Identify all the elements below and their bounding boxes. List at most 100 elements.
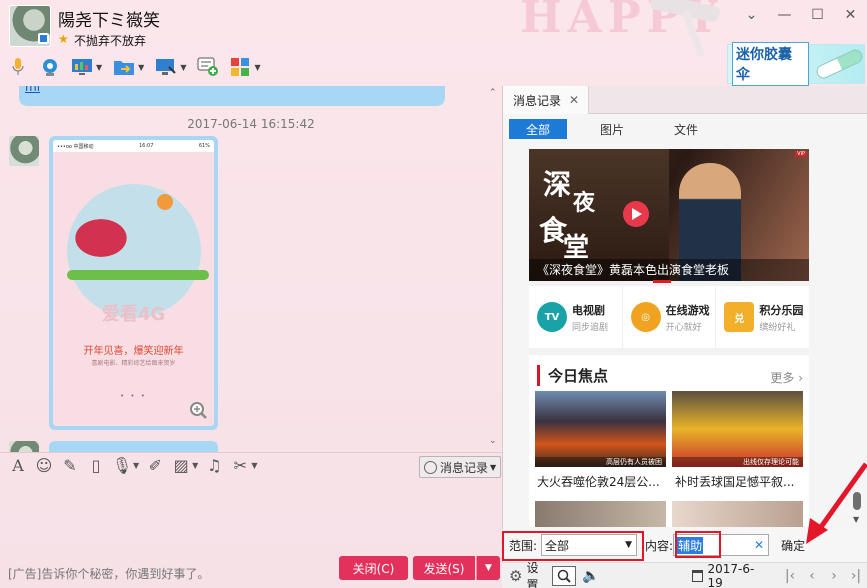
chevron-right-icon: › bbox=[798, 371, 803, 385]
news-caption: 高层仍有人员被困 bbox=[535, 457, 666, 467]
tv-icon: TV bbox=[537, 302, 567, 332]
image-red-text: 开年见喜，爆笑迎新年 bbox=[83, 346, 184, 357]
maximize-icon[interactable]: ☐ bbox=[801, 0, 834, 30]
filter-all[interactable]: 全部 bbox=[509, 119, 567, 139]
tab-message-history[interactable]: 消息记录 ✕ bbox=[503, 86, 589, 114]
service-games[interactable]: ◎ 在线游戏 开心就好 bbox=[623, 286, 717, 348]
magic-wand-icon[interactable]: ✎ bbox=[60, 456, 80, 476]
focus-heading: 今日焦点 bbox=[537, 365, 608, 386]
send-file-icon[interactable] bbox=[112, 55, 136, 79]
footer-ad-text[interactable]: [广告]告诉你个秘密，你遇到好事了。 bbox=[8, 565, 209, 582]
status-carrier: •••oo 中国移动 bbox=[57, 143, 94, 150]
settings-button[interactable]: ⚙ 设置 bbox=[509, 559, 546, 588]
input-toolbar: A ☺ ✎ ▯ 🎙 ▼ ✐ ▨ ▼ ♫ ✂ ▼ 消息记录 ▼ bbox=[0, 452, 502, 478]
news-image[interactable] bbox=[672, 501, 803, 527]
bird-illustration bbox=[71, 216, 131, 260]
panel-tab-bar: 消息记录 ✕ bbox=[503, 86, 867, 114]
news-title[interactable]: 补时丢球国足憾平叙... bbox=[675, 473, 794, 490]
service-tv[interactable]: TV 电视剧 同步追剧 bbox=[529, 286, 623, 348]
message-link[interactable]: ml bbox=[25, 86, 40, 94]
main-toolbar: ▼ ▼ ▼ ▼ bbox=[6, 52, 271, 82]
chevron-down-icon[interactable]: ▼ bbox=[254, 63, 260, 72]
history-ad-content[interactable]: 深 夜 食 堂 VIP 《深夜食堂》黄磊本色出演食堂老板 TV 电视剧 同步追剧 … bbox=[529, 149, 809, 527]
filter-images[interactable]: 图片 bbox=[583, 119, 641, 139]
previous-message-bubble: ml bbox=[19, 86, 445, 106]
font-icon[interactable]: A bbox=[8, 456, 28, 476]
emoji-icon[interactable]: ☺ bbox=[34, 456, 54, 476]
highlight-range-box bbox=[502, 531, 644, 561]
apps-icon[interactable] bbox=[228, 55, 252, 79]
sender-avatar[interactable] bbox=[9, 441, 39, 452]
news-image[interactable]: 出线仅存理论可能 bbox=[672, 391, 803, 467]
chevron-down-icon[interactable]: ▼ bbox=[251, 461, 257, 470]
highlight-content-box bbox=[675, 531, 721, 558]
close-icon[interactable]: ✕ bbox=[569, 93, 579, 107]
news-image[interactable]: 高层仍有人员被困 bbox=[535, 391, 666, 467]
ad-hero-banner[interactable]: 深 夜 食 堂 VIP 《深夜食堂》黄磊本色出演食堂老板 bbox=[529, 149, 809, 283]
news-image[interactable] bbox=[535, 501, 666, 527]
clear-icon[interactable]: ✕ bbox=[754, 538, 764, 552]
more-link[interactable]: 更多 › bbox=[770, 369, 803, 386]
send-button[interactable]: 发送(S) bbox=[413, 556, 475, 580]
voice-call-icon[interactable] bbox=[6, 55, 30, 79]
news-title[interactable]: 大火吞噬伦敦24层公... bbox=[537, 473, 660, 490]
music-icon[interactable]: ♫ bbox=[204, 456, 224, 476]
message-history-button[interactable]: 消息记录 ▼ bbox=[419, 456, 501, 478]
decor-hammer-icon bbox=[650, 0, 720, 58]
close-button[interactable]: 关闭(C) bbox=[339, 556, 408, 580]
more-label: 更多 bbox=[770, 371, 795, 385]
chevron-down-icon[interactable]: ▼ bbox=[96, 63, 102, 72]
service-title: 电视剧 bbox=[572, 303, 605, 317]
chevron-down-icon[interactable]: ▼ bbox=[192, 461, 198, 470]
date-picker[interactable]: 2017-6-19 bbox=[691, 562, 763, 588]
search-icon bbox=[558, 569, 571, 583]
chevron-down-icon[interactable]: ▼ bbox=[138, 63, 144, 72]
next-page-icon[interactable]: › bbox=[823, 568, 845, 584]
prev-page-icon[interactable]: ‹ bbox=[801, 568, 823, 584]
search-button[interactable] bbox=[552, 565, 577, 586]
chevron-down-icon[interactable]: ▼ bbox=[133, 461, 139, 470]
sender-avatar[interactable] bbox=[9, 136, 39, 166]
send-options-button[interactable]: ▼ bbox=[476, 556, 500, 580]
hero-caption: 《深夜食堂》黄磊本色出演食堂老板 bbox=[529, 259, 809, 281]
zoom-in-icon[interactable] bbox=[190, 402, 208, 420]
remote-desktop-icon[interactable] bbox=[154, 55, 178, 79]
chat-history[interactable]: ml 2017-06-14 16:15:42 •••oo 中国移动 16:07 … bbox=[0, 86, 502, 452]
service-subtitle: 开心就好 bbox=[665, 322, 702, 333]
service-subtitle: 缤纷好礼 bbox=[759, 322, 796, 333]
next-message-bubble[interactable] bbox=[49, 441, 218, 452]
message-timestamp: 2017-06-14 16:15:42 bbox=[187, 117, 315, 131]
group-chat-icon[interactable] bbox=[196, 55, 220, 79]
image-icon[interactable]: ▨ bbox=[171, 456, 191, 476]
service-points[interactable]: 兑 积分乐园 缤纷好礼 bbox=[716, 286, 809, 348]
scissors-icon[interactable]: ✂ bbox=[230, 456, 250, 476]
target-icon: ◎ bbox=[630, 302, 661, 332]
header-ad-banner[interactable]: 迷你胶囊伞 bbox=[727, 42, 865, 86]
voice-message-icon[interactable]: 🎙 bbox=[112, 456, 132, 476]
image-small-text: 喜剧电影、精彩综艺给图来贺岁 bbox=[91, 360, 176, 367]
today-focus-section: 今日焦点 更多 › 高层仍有人员被困 出线仅存理论可能 大火吞噬伦敦24层公..… bbox=[529, 355, 809, 527]
dropdown-icon[interactable]: ⌄ bbox=[735, 0, 768, 30]
close-icon[interactable]: ✕ bbox=[834, 0, 867, 30]
window-controls: ⌄ — ☐ ✕ bbox=[735, 0, 867, 30]
carousel-indicator bbox=[653, 280, 671, 283]
chevron-down-icon[interactable]: ▼ bbox=[180, 63, 186, 72]
video-call-icon[interactable] bbox=[38, 55, 62, 79]
minimize-icon[interactable]: — bbox=[768, 0, 801, 30]
contact-name[interactable]: 陽尧下ミ嶶笑 bbox=[58, 6, 160, 31]
phone-status-bar: •••oo 中国移动 16:07 61% bbox=[53, 140, 214, 152]
clock-icon bbox=[424, 460, 437, 474]
screen-share-icon[interactable] bbox=[70, 55, 94, 79]
last-page-icon[interactable]: ›| bbox=[845, 568, 867, 584]
shake-icon[interactable]: ▯ bbox=[86, 456, 106, 476]
filter-files[interactable]: 文件 bbox=[657, 119, 715, 139]
shared-image[interactable]: •••oo 中国移动 16:07 61% 爱看4G 开年见喜，爆笑迎新年 喜剧电… bbox=[53, 140, 214, 426]
device-status-icon bbox=[38, 33, 49, 44]
volume-icon[interactable]: 🔈 bbox=[582, 568, 599, 584]
scroll-down-icon[interactable]: ⌄ bbox=[489, 436, 497, 446]
edit-icon[interactable]: ✐ bbox=[145, 456, 165, 476]
image-message-bubble[interactable]: •••oo 中国移动 16:07 61% 爱看4G 开年见喜，爆笑迎新年 喜剧电… bbox=[49, 136, 218, 430]
scroll-up-icon[interactable]: ⌃ bbox=[489, 88, 497, 98]
first-page-icon[interactable]: |‹ bbox=[779, 568, 801, 584]
history-label: 消息记录 bbox=[440, 460, 489, 475]
